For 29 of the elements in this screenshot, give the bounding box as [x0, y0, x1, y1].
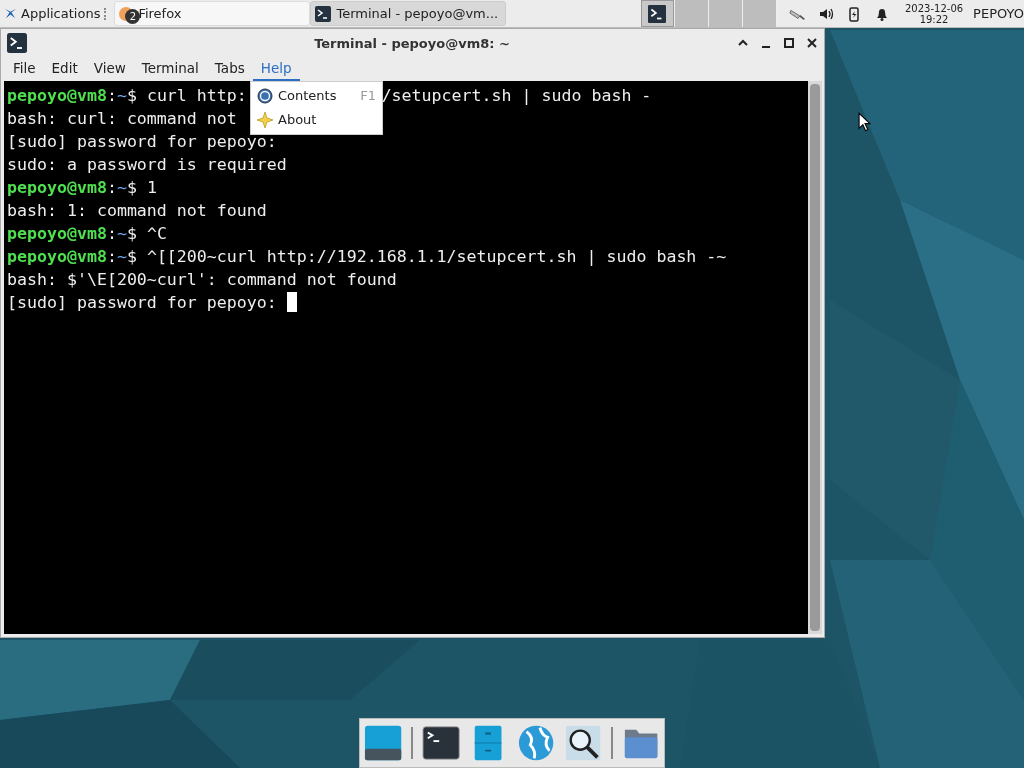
terminal-text: 1 [146, 178, 157, 197]
window-count-badge: 2 [125, 9, 141, 24]
menu-item[interactable]: Tabs [206, 57, 253, 81]
prompt-text: pepoyo@vm8:~$ [7, 86, 137, 105]
menu-entry[interactable]: Contents F1 [251, 84, 382, 108]
menu-entry[interactable]: About [251, 108, 382, 132]
terminal-text: bash: $'\E[200~curl': command not found [7, 270, 397, 289]
user-name: PEPOYO [973, 6, 1024, 21]
terminal-text: bash: 1: command not found [7, 201, 267, 220]
applications-menu-button[interactable]: Applications [0, 0, 103, 27]
terminal-text: [sudo] password for pepoyo: [7, 293, 278, 312]
terminal-text: curl http: [146, 86, 247, 105]
menu-item[interactable]: Terminal [133, 57, 207, 81]
terminal-text: ^[[200~curl http://192.168.1.1/setupcert.sh | sudo bash -~ [146, 247, 727, 266]
menu-item[interactable]: Edit [43, 57, 86, 81]
menu-item[interactable]: File [5, 57, 44, 81]
terminal-text: sudo: a password is required [7, 155, 287, 174]
terminal-text: [sudo] password for pepoyo: [7, 132, 277, 151]
window-title: Terminal - pepoyo@vm8: ~ [313, 35, 511, 51]
terminal-text: ^C [146, 224, 167, 243]
prompt-text: pepoyo@vm8:~$ [7, 178, 137, 197]
prompt-text: pepoyo@vm8:~$ [7, 224, 137, 243]
terminal-text: /setupcert.sh | sudo bash - [381, 85, 652, 107]
clock-time: 19:22 [919, 13, 949, 25]
prompt-text: pepoyo@vm8:~$ [7, 247, 137, 266]
clock-date: 2023-12-06 [905, 2, 964, 14]
menu-item[interactable]: View [85, 57, 134, 81]
taskbar-button[interactable]: Terminal - pepoyo@vm... [310, 1, 507, 26]
terminal-text: bash: curl: command not [7, 109, 237, 128]
